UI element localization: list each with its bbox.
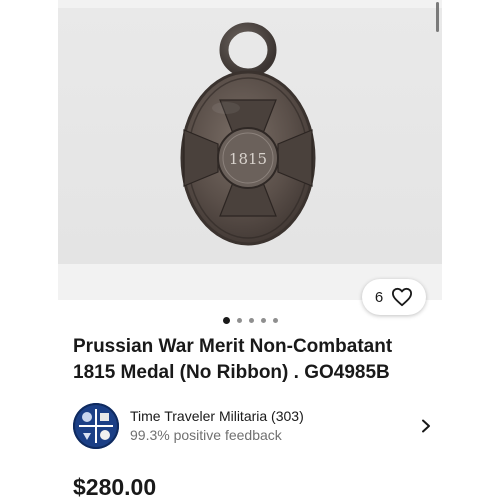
pagination-dot[interactable] <box>260 317 266 323</box>
image-gallery[interactable]: 1815 <box>58 0 442 300</box>
chevron-right-icon[interactable] <box>419 419 433 433</box>
medal-photo[interactable]: 1815 <box>58 8 442 264</box>
seller-name[interactable]: Time Traveler Militaria (303) <box>130 407 411 426</box>
listing-title-line2: 1815 Medal (No Ribbon) . GO4985B <box>73 362 390 383</box>
listing-price: $280.00 <box>73 474 157 500</box>
heart-icon <box>392 287 413 307</box>
watch-count: 6 <box>374 288 384 306</box>
seller-info-row[interactable]: Time Traveler Militaria (303) 99.3% posi… <box>73 401 433 451</box>
watch-button[interactable]: 6 <box>362 279 426 315</box>
seller-avatar <box>73 403 119 449</box>
scrollbar-thumb[interactable] <box>436 2 439 32</box>
seller-feedback: 99.3% positive feedback <box>130 427 282 443</box>
medal-image: 1815 <box>180 22 316 246</box>
medal-year-text: 1815 <box>229 150 267 168</box>
listing-title-line1: Prussian War Merit Non-Combatant <box>73 336 393 357</box>
listing-title: Prussian War Merit Non-Combatant 1815 Me… <box>73 334 443 386</box>
pagination-dot[interactable] <box>248 317 254 323</box>
pagination-dot[interactable] <box>236 317 242 323</box>
pagination-dot-active[interactable] <box>222 316 230 324</box>
gallery-pagination-dots <box>0 315 500 325</box>
pagination-dot[interactable] <box>272 317 278 323</box>
